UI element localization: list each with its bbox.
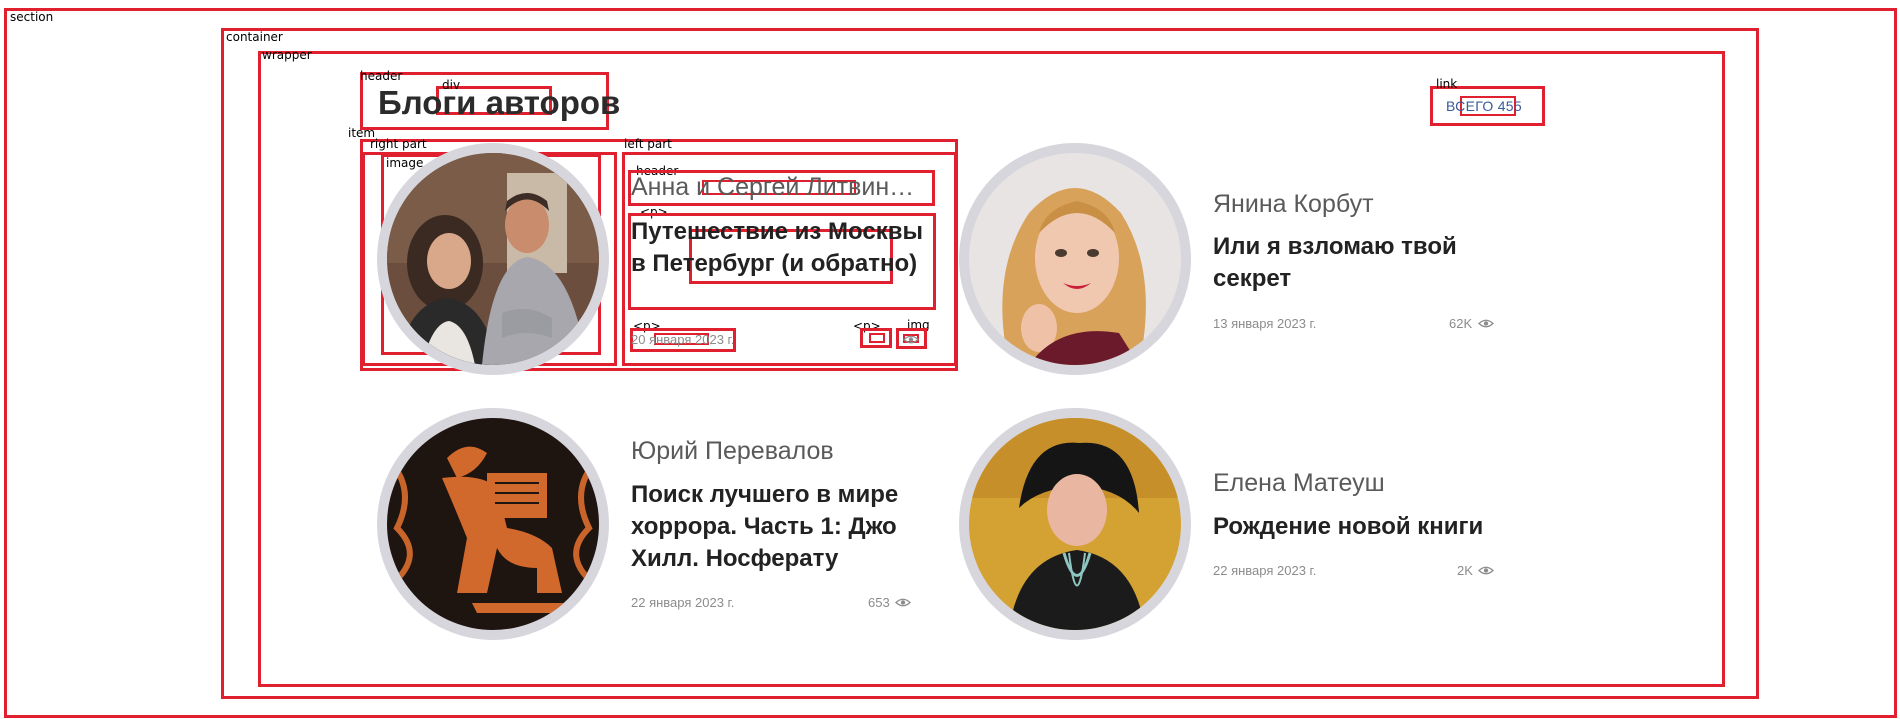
post-title[interactable]: Путешествие из Москвы в Петербург (и обр…	[631, 216, 931, 280]
page-title: Блоги авторов	[378, 84, 621, 121]
post-title[interactable]: Рождение новой книги	[1213, 511, 1513, 543]
post-date: 22 января 2023 г.	[1213, 563, 1317, 578]
eye-icon	[1478, 566, 1494, 575]
container-tag: container	[226, 30, 283, 44]
p3-inner-outline	[869, 333, 885, 343]
post-views: 653	[868, 595, 890, 610]
post-author[interactable]: Юрий Перевалов	[631, 437, 834, 466]
right-part-tag: right part	[370, 137, 427, 151]
avatar[interactable]	[377, 408, 609, 640]
post-author[interactable]: Анна и Сергей Литвин…	[631, 173, 914, 202]
post-views: 2K	[1457, 563, 1473, 578]
avatar[interactable]	[959, 408, 1191, 640]
post-author[interactable]: Елена Матеуш	[1213, 469, 1385, 498]
link-tag: link	[1436, 77, 1458, 91]
eye-icon	[903, 335, 919, 344]
section-tag: section	[10, 10, 54, 24]
post-title[interactable]: Или я взломаю твой секрет	[1213, 231, 1513, 295]
wrapper-tag: wrapper	[262, 48, 312, 62]
eye-icon	[895, 598, 911, 607]
post-title[interactable]: Поиск лучшего в мире хоррора. Часть 1: Д…	[631, 479, 931, 575]
post-date: 20 января 2023 г.	[631, 332, 735, 347]
left-part-tag: left part	[624, 137, 672, 151]
header-tag: header	[360, 69, 403, 83]
post-date: 13 января 2023 г.	[1213, 316, 1317, 331]
eye-icon	[1478, 319, 1494, 328]
avatar[interactable]	[377, 143, 609, 375]
avatar[interactable]	[959, 143, 1191, 375]
post-views: 62K	[1449, 316, 1473, 331]
total-posts-link[interactable]: ВСЕГО 455	[1446, 98, 1522, 114]
post-author[interactable]: Янина Корбут	[1213, 190, 1374, 219]
post-date: 22 января 2023 г.	[631, 595, 735, 610]
